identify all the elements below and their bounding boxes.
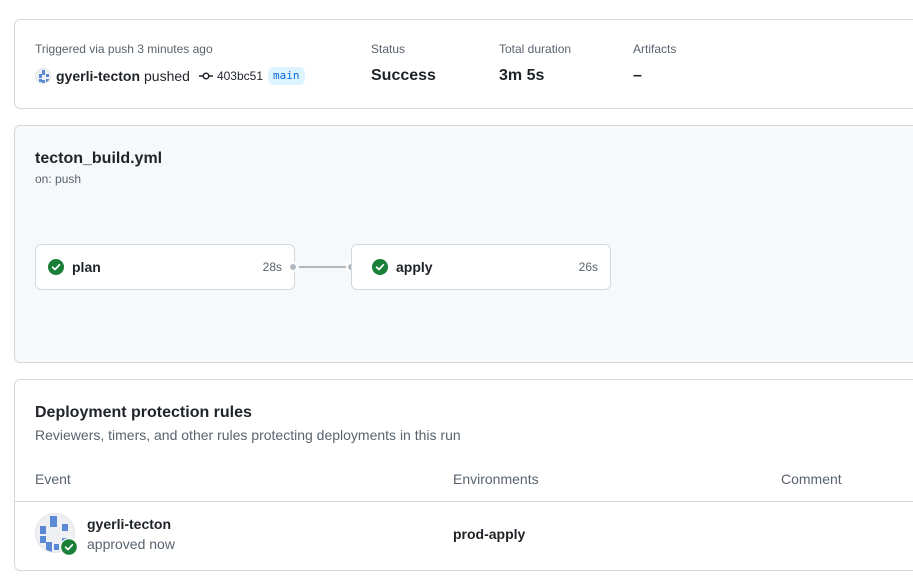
- section-title: Deployment protection rules: [35, 404, 252, 421]
- column-header-environments: Environments: [453, 471, 539, 487]
- deployment-protection-card: Deployment protection rules Reviewers, t…: [14, 379, 913, 571]
- job-name: plan: [72, 259, 101, 275]
- commit-sha-link[interactable]: 403bc51: [217, 69, 263, 83]
- job-connector: [299, 266, 347, 268]
- workflow-graph-card: tecton_build.yml on: push plan 28s apply…: [14, 125, 913, 363]
- duration-value: 3m 5s: [499, 67, 545, 84]
- status-label: Status: [371, 42, 406, 56]
- workflow-file-name[interactable]: tecton_build.yml: [35, 150, 162, 168]
- section-subtitle: Reviewers, timers, and other rules prote…: [35, 427, 461, 443]
- duration-section: Total duration 3m 5s: [499, 41, 571, 86]
- artifacts-section: Artifacts –: [633, 41, 676, 86]
- trigger-label: Triggered via push 3 minutes ago: [35, 42, 213, 56]
- reviewer-name[interactable]: gyerli-tecton: [87, 516, 171, 532]
- duration-label: Total duration: [499, 42, 572, 56]
- git-commit-icon: [198, 71, 213, 81]
- check-circle-icon: [48, 259, 64, 275]
- workflow-trigger: on: push: [35, 172, 82, 186]
- run-summary-card: Triggered via push 3 minutes ago gyerli-…: [14, 19, 913, 109]
- branch-badge[interactable]: main: [268, 67, 305, 85]
- status-section: Status Success: [371, 41, 436, 86]
- column-header-event: Event: [35, 471, 71, 487]
- actor-avatar[interactable]: [35, 68, 51, 84]
- environment-name: prod-apply: [453, 526, 526, 542]
- artifacts-value: –: [633, 67, 642, 84]
- review-event: approved now: [87, 536, 175, 552]
- approved-check-icon: [60, 538, 78, 556]
- job-plan[interactable]: plan 28s: [35, 244, 295, 290]
- action-text: pushed: [144, 68, 190, 84]
- job-output-port: [288, 262, 298, 272]
- job-name: apply: [396, 259, 433, 275]
- check-circle-icon: [372, 259, 388, 275]
- job-duration: 28s: [262, 260, 282, 274]
- job-apply[interactable]: apply 26s: [351, 244, 611, 290]
- job-duration: 26s: [578, 260, 598, 274]
- trigger-row: gyerli-tecton pushed 403bc51 main: [35, 65, 305, 87]
- trigger-section: Triggered via push 3 minutes ago gyerli-…: [35, 41, 305, 87]
- column-header-comment: Comment: [781, 471, 842, 487]
- status-value: Success: [371, 67, 436, 84]
- artifacts-label: Artifacts: [633, 42, 677, 56]
- table-divider: [15, 501, 913, 502]
- actor-link[interactable]: gyerli-tecton: [56, 68, 140, 84]
